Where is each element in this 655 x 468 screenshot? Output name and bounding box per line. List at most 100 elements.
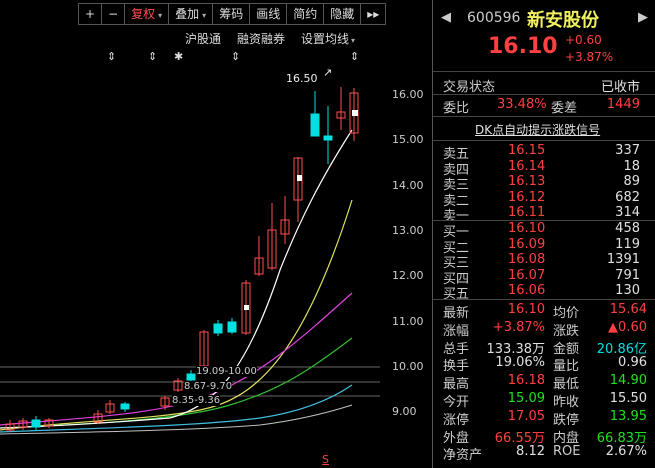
ask-price: 16.13 bbox=[508, 174, 546, 189]
stat-label: 总手 bbox=[443, 341, 470, 357]
kline-chart[interactable]: + − 复权 ▾ 叠加 ▾ 筹码 画线 简约 隐藏 ▸▸ 沪股通 融资融券 设置均线… bbox=[0, 0, 432, 468]
y-tick: 16.00 bbox=[392, 88, 424, 101]
stat-row: 涨幅 +3.87% 涨跌 ▲0.60 bbox=[433, 320, 655, 339]
stat-value: 15.50 bbox=[609, 391, 647, 406]
stat-row: 最新 16.10 均价 15.64 bbox=[433, 302, 655, 321]
stat-value: 66.83万 bbox=[596, 430, 647, 446]
stat-row: 今开 15.09 昨收 15.50 bbox=[433, 391, 655, 410]
bid-price: 16.09 bbox=[508, 236, 546, 252]
trade-status-label: 交易状态 bbox=[443, 80, 496, 95]
y-tick: 10.00 bbox=[392, 360, 424, 373]
stat-label: 涨停 bbox=[443, 412, 470, 428]
stat-value: 14.90 bbox=[609, 373, 647, 389]
stat-value: 20.86亿 bbox=[596, 341, 647, 357]
stat-row: 净资产 8.12 ROE 2.67% bbox=[433, 444, 655, 463]
ask-volume: 89 bbox=[623, 174, 640, 189]
stat-label: ROE bbox=[553, 444, 581, 460]
current-price: 16.10 bbox=[488, 34, 558, 59]
stat-row: 换手 19.06% 量比 0.96 bbox=[433, 355, 655, 374]
stat-row: 涨停 17.05 跌停 13.95 bbox=[433, 409, 655, 428]
divider bbox=[433, 140, 655, 141]
bid-price: 16.10 bbox=[508, 221, 546, 236]
ask-volume: 682 bbox=[615, 189, 640, 205]
bid-price: 16.06 bbox=[508, 283, 546, 298]
bid-price: 16.08 bbox=[508, 252, 546, 267]
bid-volume: 458 bbox=[615, 221, 640, 236]
ask-price: 16.12 bbox=[508, 189, 546, 205]
stat-value: 15.09 bbox=[507, 391, 545, 406]
weicha-value: 1449 bbox=[606, 97, 640, 112]
weibi-row: 委比 33.48% 委差 1449 bbox=[433, 97, 655, 116]
stat-row: 最高 16.18 最低 14.90 bbox=[433, 373, 655, 392]
stat-label: 涨跌 bbox=[553, 323, 580, 339]
stock-name: 新安股份 bbox=[527, 10, 599, 31]
arrow-icon: ↗ bbox=[323, 66, 333, 79]
bid-volume: 791 bbox=[615, 267, 640, 283]
stat-label: 换手 bbox=[443, 359, 470, 375]
stat-label: 外盘 bbox=[443, 430, 470, 446]
divider bbox=[433, 71, 655, 72]
stat-value: 17.05 bbox=[507, 408, 545, 424]
ask-volume: 337 bbox=[615, 143, 640, 158]
stat-label: 量比 bbox=[553, 359, 580, 375]
stat-value: 16.10 bbox=[507, 302, 545, 317]
bid-volume: 130 bbox=[615, 283, 640, 298]
y-tick: 9.00 bbox=[392, 405, 417, 418]
stat-row: 总手 133.38万 金额 20.86亿 bbox=[433, 338, 655, 357]
ask-price: 16.15 bbox=[508, 143, 546, 158]
price-change-pct: +3.87% bbox=[565, 50, 614, 64]
divider bbox=[433, 116, 655, 117]
stat-label: 内盘 bbox=[553, 430, 580, 446]
y-tick: 11.00 bbox=[392, 315, 424, 328]
forward-icon[interactable]: ▶ bbox=[638, 10, 648, 25]
stat-row: 外盘 66.55万 内盘 66.83万 bbox=[433, 427, 655, 446]
range-annotation: 19.09-10.00 bbox=[196, 366, 257, 377]
stat-label: 跌停 bbox=[553, 412, 580, 428]
stat-label: 净资产 bbox=[443, 448, 483, 464]
high-price-label: 16.50 bbox=[286, 72, 318, 85]
price-change: +0.60 bbox=[565, 33, 602, 47]
bid-price: 16.07 bbox=[508, 267, 546, 283]
dk-signal-link[interactable]: DK点自动提示涨跌信号 bbox=[475, 121, 600, 138]
divider bbox=[433, 299, 655, 300]
trade-status-row: 交易状态 已收市 bbox=[433, 76, 655, 95]
signal-marker[interactable]: S bbox=[322, 453, 329, 466]
ask-price: 16.14 bbox=[508, 158, 546, 174]
stock-code: 600596 bbox=[467, 10, 521, 26]
weibi-value: 33.48% bbox=[497, 97, 547, 112]
stat-label: 最高 bbox=[443, 377, 470, 393]
stat-value: 133.38万 bbox=[486, 341, 546, 357]
stat-value: ▲0.60 bbox=[608, 319, 647, 335]
stat-label: 昨收 bbox=[553, 395, 580, 410]
stat-value: 66.55万 bbox=[494, 430, 545, 446]
stat-value: +3.87% bbox=[492, 319, 545, 335]
stat-value: 2.67% bbox=[605, 444, 647, 460]
stat-label: 最低 bbox=[553, 377, 580, 393]
bid-volume: 119 bbox=[615, 236, 640, 252]
weibi-label: 委比 bbox=[443, 101, 470, 116]
ask-volume: 18 bbox=[623, 158, 640, 174]
stat-label: 金额 bbox=[553, 341, 580, 357]
weicha-label: 委差 bbox=[551, 101, 578, 116]
stat-value: 16.18 bbox=[507, 373, 545, 389]
range-annotation: 8.35-9.36 bbox=[172, 395, 221, 406]
y-tick: 14.00 bbox=[392, 179, 424, 192]
trade-status-value: 已收市 bbox=[600, 80, 640, 95]
back-icon[interactable]: ◀ bbox=[441, 10, 451, 25]
y-tick: 12.00 bbox=[392, 269, 424, 282]
stat-value: 19.06% bbox=[495, 355, 545, 371]
divider bbox=[433, 94, 655, 95]
stat-value: 15.64 bbox=[609, 302, 647, 317]
quote-panel: ◀ 600596 新安股份 ▶ 16.10 +0.60 +3.87% 交易状态 … bbox=[433, 0, 655, 468]
stat-value: 13.95 bbox=[609, 408, 647, 424]
stat-label: 最新 bbox=[443, 306, 470, 321]
range-annotation: 8.67-9.70 bbox=[184, 381, 233, 392]
stat-label: 今开 bbox=[443, 395, 470, 410]
y-tick: 15.00 bbox=[392, 133, 424, 146]
bid-volume: 1391 bbox=[606, 252, 640, 267]
y-tick: 13.00 bbox=[392, 224, 424, 237]
stat-label: 涨幅 bbox=[443, 323, 470, 339]
stat-label: 均价 bbox=[553, 306, 580, 321]
stat-value: 0.96 bbox=[618, 355, 647, 371]
stat-value: 8.12 bbox=[516, 444, 545, 460]
